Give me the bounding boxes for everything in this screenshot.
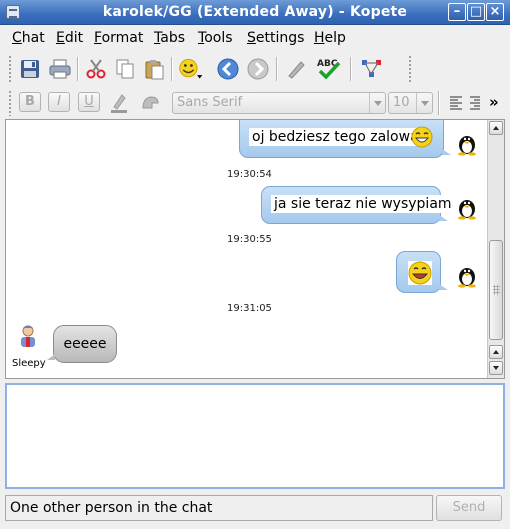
toolbar-separator	[171, 57, 173, 81]
minimize-icon[interactable]: –	[448, 3, 466, 21]
toolbar-overflow-button[interactable]: »	[489, 93, 499, 111]
italic-button[interactable]: I	[48, 92, 70, 112]
chat-transcript[interactable]: oj bedziesz tego zalowal 19:30:54 ja sie…	[5, 119, 505, 379]
maximize-icon[interactable]: □	[467, 3, 485, 21]
grin-emoticon-icon	[410, 125, 434, 152]
tux-avatar-icon	[456, 196, 476, 220]
bubble-tail	[442, 149, 451, 155]
toolbar-separator	[350, 57, 352, 81]
contact-avatar-icon	[18, 324, 38, 348]
menu-bar: Chat Edit Format Tabs Tools Settings Hel…	[0, 26, 510, 50]
bubble-tail	[47, 354, 55, 360]
toolbar-handle[interactable]	[408, 55, 412, 83]
title-bar: karolek/GG (Extended Away) - Kopete – □ …	[0, 0, 510, 25]
paste-icon[interactable]	[141, 56, 167, 82]
main-toolbar: ABC	[0, 51, 510, 87]
copy-icon[interactable]	[112, 56, 138, 82]
outgoing-message-bubble: ja sie teraz nie wysypiam	[261, 186, 455, 224]
menu-edit[interactable]: Edit	[56, 30, 83, 46]
print-icon[interactable]	[47, 56, 73, 82]
message-text: oj bedziesz tego zalowal	[249, 128, 426, 146]
toolbar-separator	[276, 57, 278, 81]
menu-chat[interactable]: Chat	[12, 30, 45, 46]
scroll-down-icon[interactable]	[489, 361, 503, 375]
emoticon-menu-icon[interactable]	[178, 56, 204, 82]
underline-button[interactable]: U	[78, 92, 100, 112]
message-timestamp: 19:31:05	[227, 303, 272, 314]
toolbar-separator	[438, 91, 440, 115]
menu-help[interactable]: Help	[314, 30, 346, 46]
send-button[interactable]: Send	[436, 495, 502, 521]
format-toolbar: B I U Sans Serif 10 »	[0, 88, 510, 118]
message-timestamp: 19:30:55	[227, 234, 272, 245]
status-bar: One other person in the chat	[5, 495, 433, 521]
outgoing-message-bubble	[396, 251, 448, 293]
bubble-tail	[439, 215, 448, 221]
chevron-down-icon[interactable]	[369, 93, 385, 113]
scroll-up-icon[interactable]	[489, 345, 503, 359]
scroll-thumb[interactable]	[489, 240, 503, 340]
background-color-icon[interactable]	[137, 90, 163, 116]
font-family-value: Sans Serif	[177, 95, 243, 110]
save-icon[interactable]	[17, 56, 43, 82]
tux-avatar-icon	[456, 264, 476, 288]
toolbar-separator	[77, 57, 79, 81]
font-family-select[interactable]: Sans Serif	[172, 92, 386, 114]
spellcheck-icon[interactable]: ABC	[316, 56, 342, 82]
back-icon[interactable]	[215, 56, 241, 82]
menu-tabs[interactable]: Tabs	[154, 30, 185, 46]
bold-button[interactable]: B	[19, 92, 41, 112]
pencil-icon[interactable]	[283, 56, 309, 82]
outgoing-message-bubble: oj bedziesz tego zalowal	[239, 120, 451, 158]
align-right-icon[interactable]	[468, 90, 482, 116]
text-color-icon[interactable]	[106, 90, 132, 116]
chat-scrollbar[interactable]	[487, 120, 504, 378]
font-size-value: 10	[393, 95, 410, 110]
toolbar-handle[interactable]	[8, 55, 12, 83]
font-size-select[interactable]: 10	[388, 92, 433, 114]
toolbar-handle[interactable]	[8, 90, 12, 116]
forward-icon[interactable]	[245, 56, 271, 82]
scroll-up-icon[interactable]	[489, 121, 503, 135]
chevron-down-icon[interactable]	[416, 93, 432, 113]
message-text: ja sie teraz nie wysypiam	[271, 195, 455, 213]
close-icon[interactable]: ×	[486, 3, 504, 21]
message-text: eeeee	[63, 336, 107, 352]
invite-contacts-icon[interactable]	[359, 56, 385, 82]
message-timestamp: 19:30:54	[227, 169, 272, 180]
cut-icon[interactable]	[83, 56, 109, 82]
bubble-tail	[439, 284, 448, 290]
tux-avatar-icon	[456, 132, 476, 156]
laugh-emoticon-icon	[407, 260, 433, 289]
menu-settings[interactable]: Settings	[247, 30, 304, 46]
incoming-message-bubble: eeeee	[47, 325, 117, 363]
menu-format[interactable]: Format	[94, 30, 143, 46]
message-input[interactable]	[5, 383, 505, 489]
window-title: karolek/GG (Extended Away) - Kopete	[102, 4, 408, 20]
align-left-icon[interactable]	[443, 90, 469, 116]
menu-tools[interactable]: Tools	[198, 30, 233, 46]
contact-name: Sleepy	[12, 358, 46, 369]
